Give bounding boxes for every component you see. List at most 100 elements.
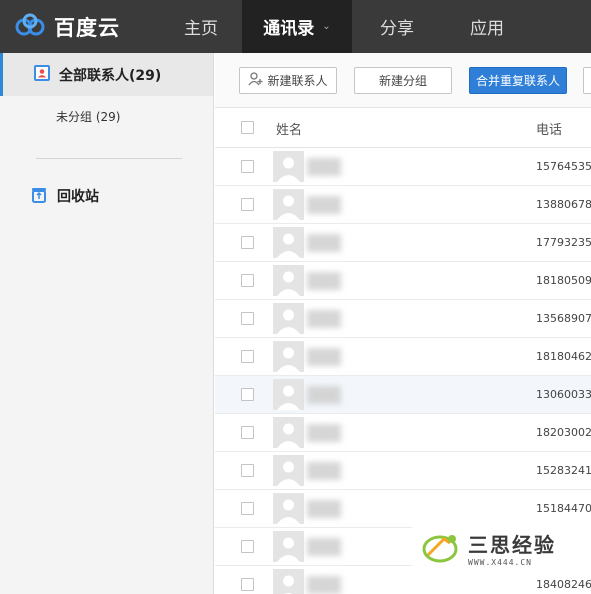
avatar xyxy=(273,151,304,182)
row-checkbox[interactable] xyxy=(241,464,254,477)
default-avatar-icon xyxy=(273,151,304,182)
watermark: 三思经验 WWW.X444.CN xyxy=(412,518,591,578)
contact-name xyxy=(307,499,341,519)
contact-name xyxy=(307,575,341,594)
contact-name xyxy=(307,157,341,177)
contact-phone: 181805092 xyxy=(536,274,591,287)
table-row[interactable]: 138806787 xyxy=(215,186,591,224)
contact-name xyxy=(307,347,341,367)
watermark-title: 三思经验 xyxy=(468,533,556,557)
merge-duplicates-label: 合并重复联系人 xyxy=(475,74,560,88)
row-checkbox[interactable] xyxy=(241,274,254,287)
sidebar-divider xyxy=(36,158,182,159)
nav-apps-label: 应用 xyxy=(470,19,504,39)
nav-home-label: 主页 xyxy=(184,19,218,39)
default-avatar-icon xyxy=(273,417,304,448)
avatar xyxy=(273,379,304,410)
nav-apps[interactable]: 应用 xyxy=(442,0,532,53)
row-checkbox[interactable] xyxy=(241,198,254,211)
row-checkbox[interactable] xyxy=(241,388,254,401)
table-row[interactable]: 135689079 xyxy=(215,300,591,338)
add-user-icon xyxy=(248,72,264,89)
row-checkbox[interactable] xyxy=(241,540,254,553)
column-header-name: 姓名 xyxy=(276,123,303,138)
table-row[interactable]: 152832413 xyxy=(215,452,591,490)
watermark-logo-icon xyxy=(422,529,462,568)
default-avatar-icon xyxy=(273,189,304,220)
contact-name xyxy=(307,309,341,329)
sidebar-item-recycle-bin[interactable]: 回收站 xyxy=(30,185,99,206)
row-checkbox[interactable] xyxy=(241,236,254,249)
more-actions-button[interactable] xyxy=(583,67,591,94)
sidebar-item-all-contacts[interactable]: 全部联系人(29) xyxy=(0,53,213,96)
avatar xyxy=(273,455,304,486)
table-row[interactable]: 181804626 xyxy=(215,338,591,376)
default-avatar-icon xyxy=(273,227,304,258)
default-avatar-icon xyxy=(273,341,304,372)
nav-contacts[interactable]: 通讯录 ⌄ xyxy=(242,0,352,53)
default-avatar-icon xyxy=(273,493,304,524)
table-row[interactable]: 182030020 xyxy=(215,414,591,452)
default-avatar-icon xyxy=(273,531,304,562)
avatar xyxy=(273,569,304,594)
default-avatar-icon xyxy=(273,569,304,594)
new-group-label: 新建分组 xyxy=(378,74,427,88)
row-checkbox[interactable] xyxy=(241,160,254,173)
select-all-checkbox[interactable] xyxy=(241,121,254,134)
table-header: 姓名 电话 xyxy=(215,108,591,148)
new-contact-label: 新建联系人 xyxy=(267,74,328,88)
app-title: 百度云 xyxy=(54,15,120,40)
merge-duplicates-button[interactable]: 合并重复联系人 xyxy=(469,67,567,94)
default-avatar-icon xyxy=(273,379,304,410)
sidebar-item-ungrouped[interactable]: 未分组 (29) xyxy=(0,96,213,136)
avatar xyxy=(273,493,304,524)
nav-share[interactable]: 分享 xyxy=(352,0,442,53)
default-avatar-icon xyxy=(273,265,304,296)
new-contact-button[interactable]: 新建联系人 xyxy=(239,67,337,94)
contact-name xyxy=(307,537,341,557)
avatar xyxy=(273,265,304,296)
watermark-url: WWW.X444.CN xyxy=(468,558,532,567)
sidebar-item-label: 回收站 xyxy=(57,188,99,205)
contact-name xyxy=(307,461,341,481)
app-logo[interactable]: 百度云 xyxy=(0,0,160,53)
row-checkbox[interactable] xyxy=(241,578,254,591)
row-checkbox[interactable] xyxy=(241,312,254,325)
default-avatar-icon xyxy=(273,303,304,334)
contact-name xyxy=(307,423,341,443)
contact-phone: 157645353 xyxy=(536,160,591,173)
nav-home[interactable]: 主页 xyxy=(160,0,242,53)
avatar xyxy=(273,417,304,448)
nav-share-label: 分享 xyxy=(380,19,414,39)
contact-phone: 135689079 xyxy=(536,312,591,325)
contact-name xyxy=(307,195,341,215)
contact-phone: 138806787 xyxy=(536,198,591,211)
table-row[interactable]: 177932358 xyxy=(215,224,591,262)
avatar xyxy=(273,303,304,334)
sidebar-item-label: 全部联系人(29) xyxy=(59,67,162,84)
contact-phone: 177932358 xyxy=(536,236,591,249)
new-group-button[interactable]: 新建分组 xyxy=(354,67,452,94)
avatar xyxy=(273,531,304,562)
chevron-down-icon: ⌄ xyxy=(322,21,331,32)
avatar xyxy=(273,189,304,220)
contact-phone: 130600335 xyxy=(536,388,591,401)
table-row[interactable]: 181805092 xyxy=(215,262,591,300)
cloud-logo-icon xyxy=(14,13,48,40)
table-row[interactable]: 157645353 xyxy=(215,148,591,186)
contact-name xyxy=(307,271,341,291)
top-navigation-bar: 百度云 主页 通讯录 ⌄ 分享 应用 xyxy=(0,0,591,53)
contact-phone: 184082464 xyxy=(536,578,591,591)
default-avatar-icon xyxy=(273,455,304,486)
contacts-toolbar: 新建联系人 新建分组 合并重复联系人 xyxy=(215,53,591,108)
sidebar-item-label: 未分组 (29) xyxy=(56,109,121,124)
table-row[interactable]: 130600335 xyxy=(215,376,591,414)
row-checkbox[interactable] xyxy=(241,502,254,515)
avatar xyxy=(273,227,304,258)
row-checkbox[interactable] xyxy=(241,426,254,439)
watermark-text: 三思经验 WWW.X444.CN xyxy=(468,529,556,567)
nav-contacts-label: 通讯录 xyxy=(263,19,315,39)
sidebar: 全部联系人(29) 未分组 (29) 回收站 xyxy=(0,53,214,594)
row-checkbox[interactable] xyxy=(241,350,254,363)
contact-name xyxy=(307,385,341,405)
